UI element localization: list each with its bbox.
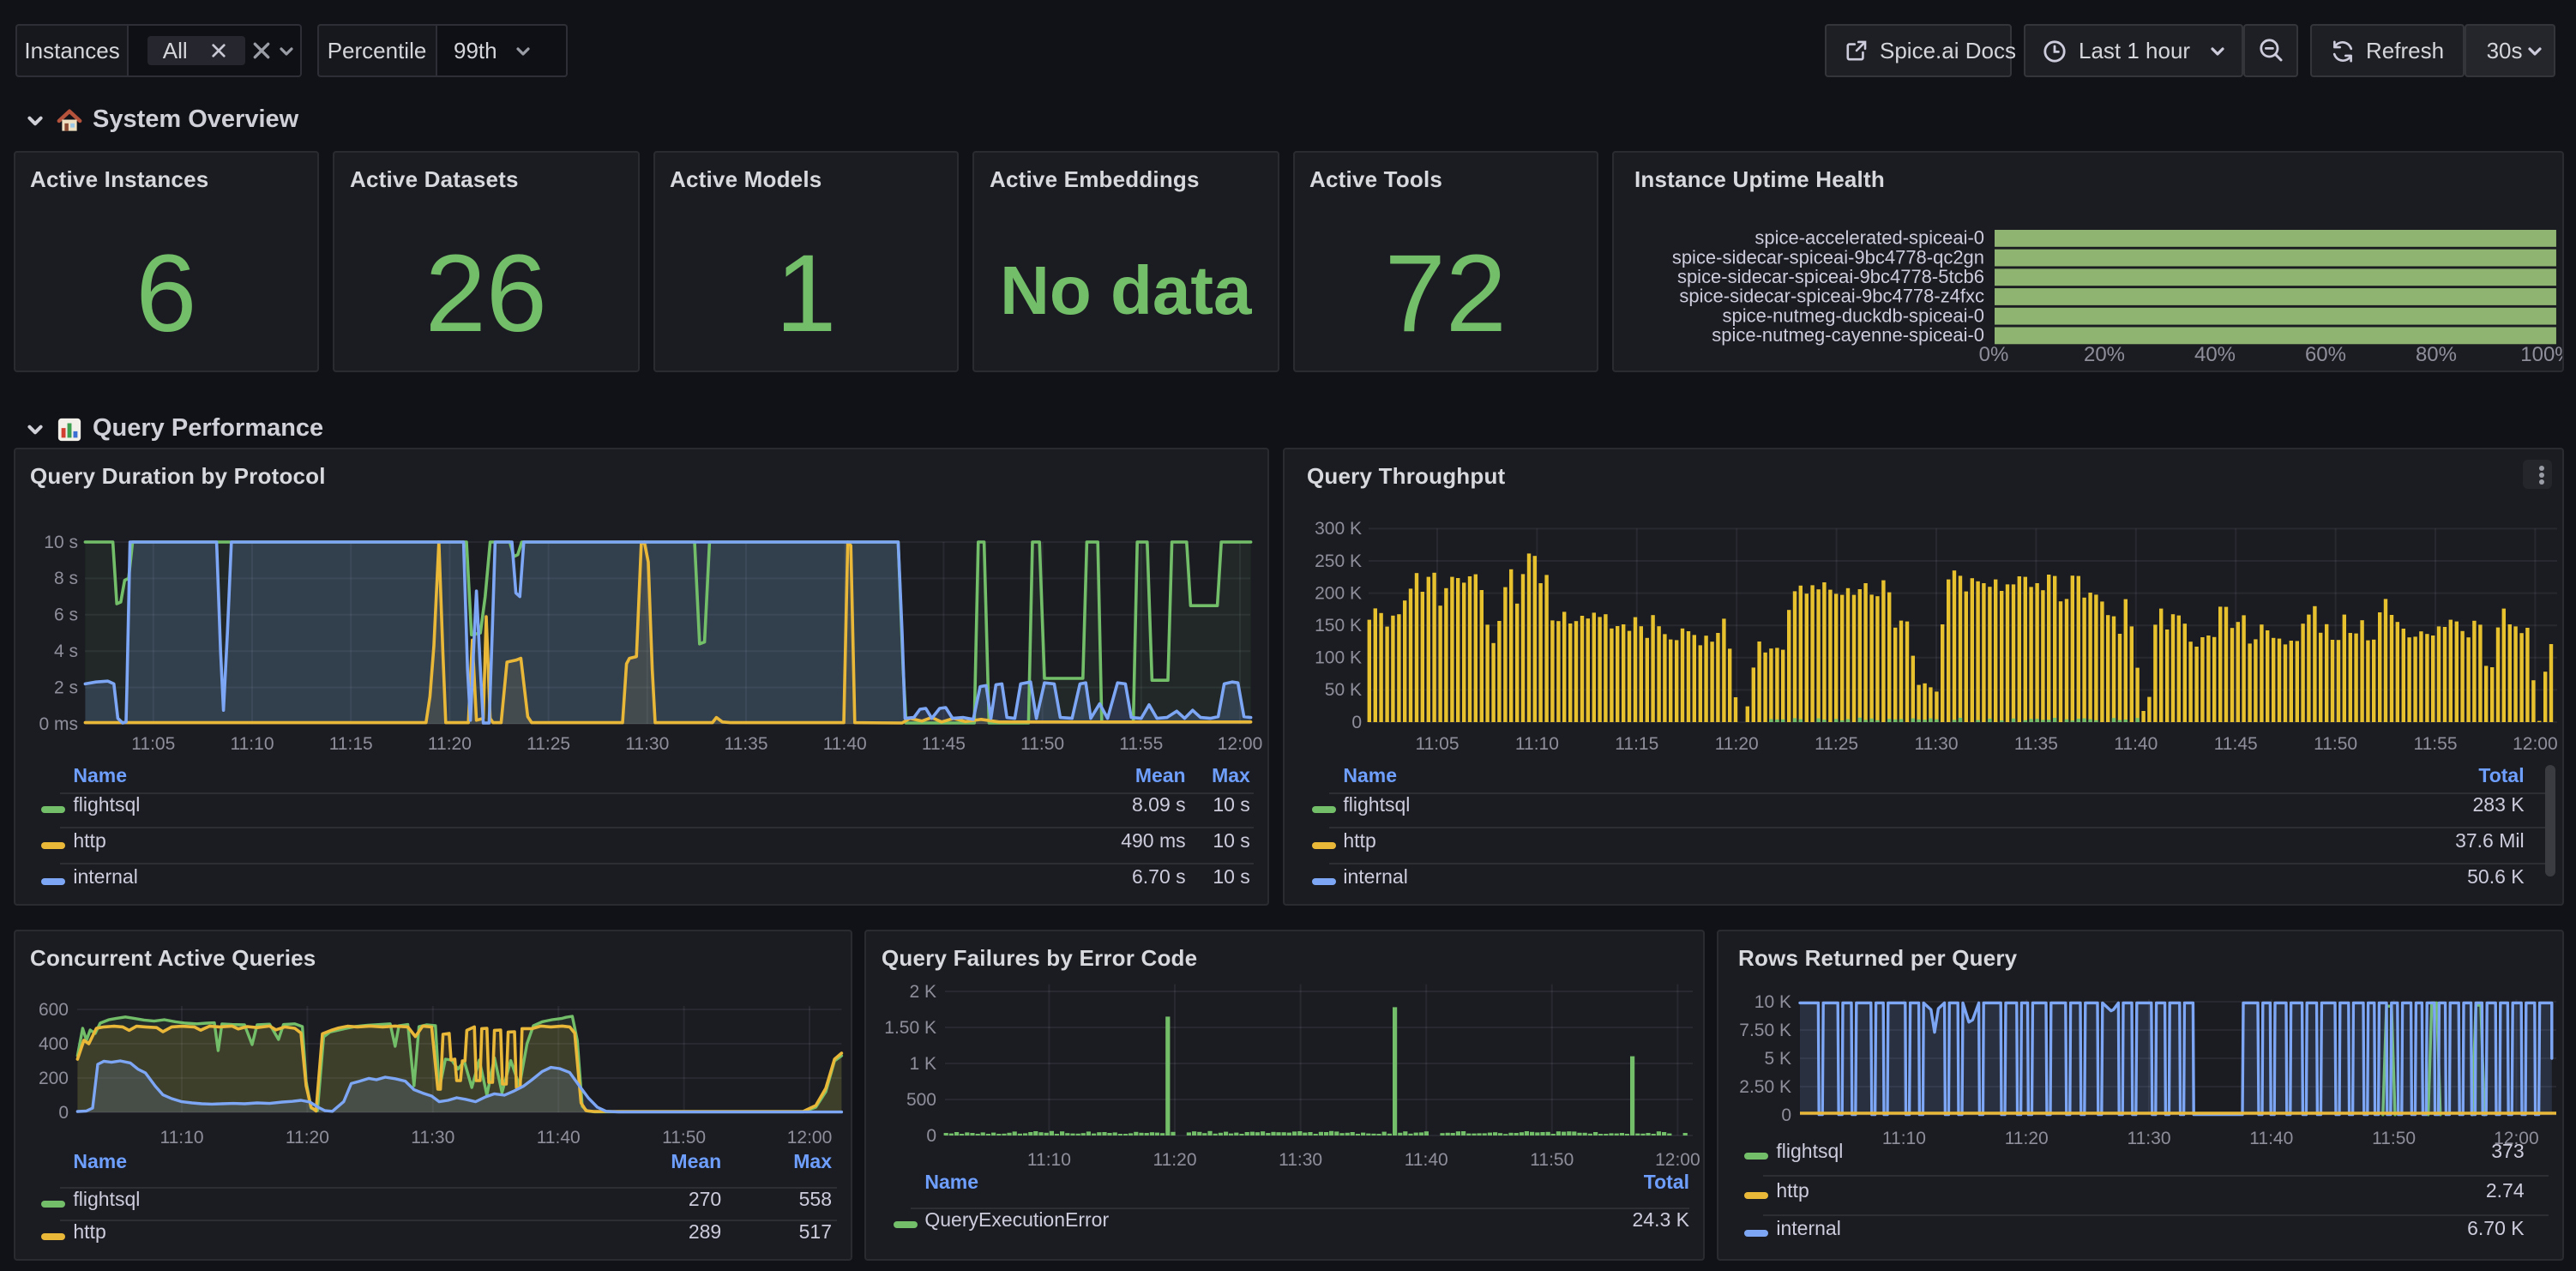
svg-text:6 s: 6 s — [53, 605, 77, 625]
svg-text:11:20: 11:20 — [1153, 1150, 1197, 1170]
svg-text:400: 400 — [38, 1034, 68, 1054]
svg-text:11:50: 11:50 — [1020, 734, 1063, 754]
svg-text:20%: 20% — [2084, 343, 2125, 366]
svg-text:10 K: 10 K — [1754, 992, 1791, 1012]
svg-text:0: 0 — [926, 1126, 936, 1146]
svg-text:0: 0 — [1780, 1105, 1791, 1125]
svg-text:7.50 K: 7.50 K — [1738, 1021, 1791, 1040]
svg-text:80%: 80% — [2416, 343, 2457, 366]
svg-text:1 K: 1 K — [909, 1054, 936, 1074]
svg-text:11:10: 11:10 — [1027, 1150, 1071, 1170]
svg-text:11:40: 11:40 — [822, 734, 866, 754]
svg-text:spice-nutmeg-duckdb-spiceai-0: spice-nutmeg-duckdb-spiceai-0 — [1723, 304, 1984, 326]
svg-text:4 s: 4 s — [53, 642, 77, 661]
svg-text:12:00: 12:00 — [1655, 1150, 1700, 1170]
svg-text:11:10: 11:10 — [1881, 1129, 1925, 1148]
svg-text:11:35: 11:35 — [2014, 734, 2058, 754]
svg-text:11:25: 11:25 — [526, 734, 569, 754]
svg-text:11:20: 11:20 — [1715, 734, 1759, 754]
svg-text:11:20: 11:20 — [285, 1128, 328, 1148]
svg-text:spice-accelerated-spiceai-0: spice-accelerated-spiceai-0 — [1754, 227, 1984, 249]
svg-text:100 K: 100 K — [1315, 648, 1362, 668]
svg-text:12:00: 12:00 — [1217, 734, 1262, 754]
svg-text:11:30: 11:30 — [1279, 1150, 1322, 1170]
svg-text:50 K: 50 K — [1325, 680, 1362, 700]
svg-text:11:55: 11:55 — [2414, 734, 2458, 754]
svg-text:150 K: 150 K — [1315, 616, 1362, 636]
svg-text:11:15: 11:15 — [1615, 734, 1658, 754]
svg-text:11:40: 11:40 — [2248, 1129, 2292, 1148]
svg-text:spice-nutmeg-cayenne-spiceai-0: spice-nutmeg-cayenne-spiceai-0 — [1712, 324, 1984, 346]
svg-text:100%: 100% — [2520, 343, 2563, 366]
svg-text:11:50: 11:50 — [661, 1128, 705, 1148]
svg-text:2.50 K: 2.50 K — [1738, 1077, 1791, 1097]
svg-text:600: 600 — [38, 1000, 68, 1020]
svg-text:11:45: 11:45 — [921, 734, 965, 754]
svg-text:250 K: 250 K — [1315, 551, 1362, 571]
svg-text:11:40: 11:40 — [1405, 1150, 1448, 1170]
svg-text:11:20: 11:20 — [2004, 1129, 2048, 1148]
svg-text:0%: 0% — [1979, 343, 2009, 366]
svg-text:11:10: 11:10 — [230, 734, 274, 754]
svg-text:11:40: 11:40 — [2114, 734, 2158, 754]
svg-text:2 s: 2 s — [53, 678, 77, 697]
svg-text:12:00: 12:00 — [786, 1128, 832, 1148]
svg-text:11:30: 11:30 — [2127, 1129, 2170, 1148]
svg-text:2 K: 2 K — [909, 982, 936, 1002]
svg-text:11:30: 11:30 — [624, 734, 668, 754]
svg-text:11:30: 11:30 — [410, 1128, 454, 1148]
svg-text:10 s: 10 s — [43, 533, 77, 552]
svg-text:11:20: 11:20 — [427, 734, 471, 754]
svg-text:spice-sidecar-spiceai-9bc4778-: spice-sidecar-spiceai-9bc4778-qc2gn — [1672, 246, 1984, 268]
svg-text:60%: 60% — [2305, 343, 2346, 366]
svg-text:5 K: 5 K — [1763, 1049, 1791, 1069]
svg-text:11:35: 11:35 — [724, 734, 767, 754]
svg-text:11:15: 11:15 — [328, 734, 372, 754]
svg-text:11:55: 11:55 — [1118, 734, 1162, 754]
svg-text:11:45: 11:45 — [2214, 734, 2258, 754]
svg-text:1.50 K: 1.50 K — [884, 1018, 936, 1038]
svg-text:11:05: 11:05 — [130, 734, 174, 754]
svg-text:40%: 40% — [2194, 343, 2236, 366]
svg-text:11:30: 11:30 — [1915, 734, 1959, 754]
svg-text:11:10: 11:10 — [159, 1128, 203, 1148]
svg-text:11:50: 11:50 — [2314, 734, 2357, 754]
svg-text:0: 0 — [1351, 713, 1362, 732]
svg-text:11:50: 11:50 — [2371, 1129, 2415, 1148]
svg-text:0 ms: 0 ms — [38, 714, 77, 734]
svg-text:300 K: 300 K — [1315, 519, 1362, 539]
svg-text:200: 200 — [38, 1069, 68, 1088]
svg-text:0: 0 — [57, 1103, 68, 1123]
svg-text:11:10: 11:10 — [1515, 734, 1559, 754]
svg-text:12:00: 12:00 — [2513, 734, 2558, 754]
svg-text:11:05: 11:05 — [1416, 734, 1460, 754]
svg-text:200 K: 200 K — [1315, 583, 1362, 603]
svg-text:8 s: 8 s — [53, 569, 77, 588]
svg-text:11:40: 11:40 — [536, 1128, 580, 1148]
svg-text:11:50: 11:50 — [1530, 1150, 1574, 1170]
svg-text:spice-sidecar-spiceai-9bc4778-: spice-sidecar-spiceai-9bc4778-5tcb6 — [1677, 266, 1984, 287]
svg-text:spice-sidecar-spiceai-9bc4778-: spice-sidecar-spiceai-9bc4778-z4fxc — [1679, 286, 1984, 307]
svg-text:11:25: 11:25 — [1815, 734, 1858, 754]
svg-text:500: 500 — [906, 1090, 936, 1110]
